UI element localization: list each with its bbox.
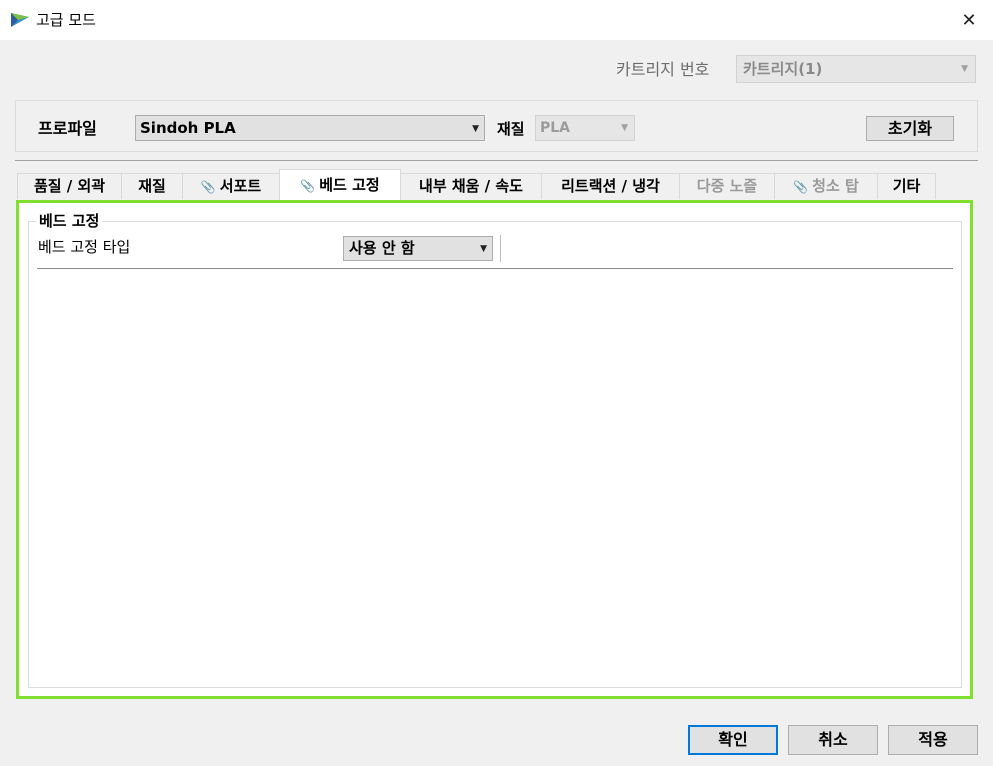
bed-adhesion-type-label: 베드 고정 타입 [38,238,131,256]
divider [500,235,501,262]
cancel-button[interactable]: 취소 [788,725,878,755]
divider [37,268,953,269]
bed-adhesion-type-select[interactable]: 사용 안 함 ▼ [343,236,493,261]
chevron-down-icon: ▼ [472,124,479,134]
tab-bed-adhesion[interactable]: 📎 베드 고정 [279,169,401,200]
tab-etc[interactable]: 기타 [877,173,936,199]
paperclip-icon: 📎 [200,180,216,194]
cartridge-select: 카트리지(1) ▼ [736,55,976,83]
chevron-down-icon: ▼ [961,64,968,74]
material-select-value: PLA [540,120,571,136]
tab-label: 다중 노즐 [696,177,758,195]
tab-label: 청소 탑 [812,177,859,195]
profile-select-value: Sindoh PLA [140,119,236,137]
group-title: 베드 고정 [36,211,103,231]
cartridge-select-value: 카트리지(1) [743,60,823,78]
material-label: 재질 [497,120,525,138]
close-icon[interactable]: ✕ [952,6,986,34]
tab-support[interactable]: 📎 서포트 [182,173,280,199]
tab-label: 내부 채움 / 속도 [419,177,523,195]
reset-button[interactable]: 초기화 [866,116,954,141]
material-select: PLA ▼ [535,115,635,141]
paperclip-icon: 📎 [793,180,809,194]
tab-label: 기타 [892,177,921,195]
tab-label: 베드 고정 [319,176,380,194]
ok-button[interactable]: 확인 [688,725,778,755]
tab-label: 리트랙션 / 냉각 [561,177,660,195]
triangle-arrow-icon [10,11,30,29]
window-title: 고급 모드 [36,11,96,29]
chevron-down-icon: ▼ [621,123,628,133]
tab-quality-shell[interactable]: 품질 / 외곽 [17,173,122,199]
tab-infill-speed[interactable]: 내부 채움 / 속도 [400,173,542,199]
tab-label: 서포트 [219,177,262,195]
bed-adhesion-type-value: 사용 안 함 [349,239,415,257]
paperclip-icon: 📎 [300,179,316,193]
profile-label: 프로파일 [38,119,97,138]
bed-adhesion-group [28,221,962,688]
title-bar [0,0,993,40]
divider [15,160,978,161]
tab-retraction-cooling[interactable]: 리트랙션 / 냉각 [541,173,680,199]
tab-label: 품질 / 외곽 [33,177,106,195]
chevron-down-icon: ▼ [480,244,487,254]
tab-label: 재질 [138,177,166,195]
tab-material[interactable]: 재질 [121,173,183,199]
tab-multi-nozzle: 다중 노즐 [679,173,775,199]
apply-button[interactable]: 적용 [888,725,978,755]
profile-select[interactable]: Sindoh PLA ▼ [135,115,485,141]
tab-wipe-tower: 📎 청소 탑 [774,173,878,199]
cartridge-number-label: 카트리지 번호 [616,60,710,79]
